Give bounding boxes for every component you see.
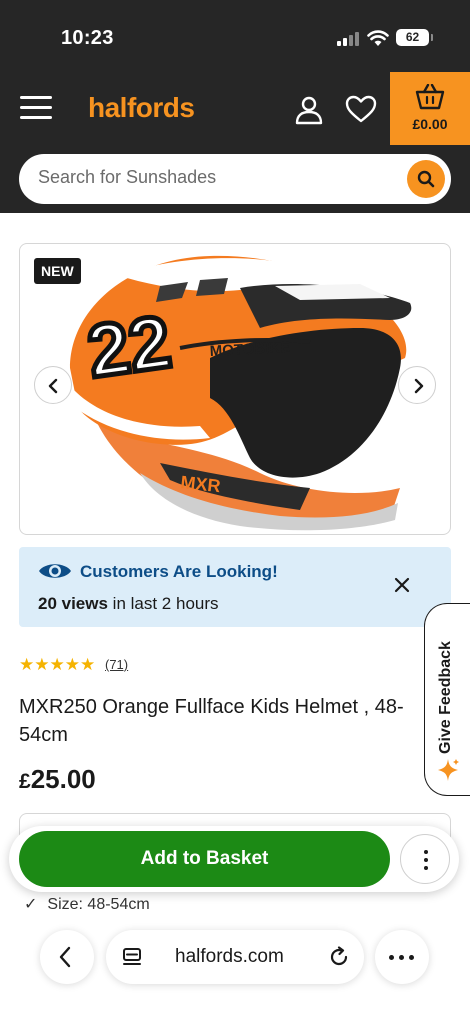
rating-stars: ★ ★ ★ ★ ★ (19, 656, 95, 673)
views-period: in last 2 hours (107, 594, 219, 613)
price-currency: £ (19, 770, 31, 793)
star-icon: ★ (34, 655, 50, 674)
browser-toolbar: halfords.com (0, 910, 470, 1024)
helmet-number: 22 (83, 299, 176, 393)
wifi-icon (367, 30, 389, 46)
url-text: halfords.com (175, 946, 284, 967)
product-title: MXR250 Orange Fullface Kids Helmet , 48-… (19, 696, 404, 746)
eye-icon (39, 564, 71, 578)
star-icon: ★ (80, 655, 96, 674)
more-options-button[interactable] (400, 834, 450, 884)
svg-text:MXR: MXR (180, 472, 222, 496)
battery-icon: 62 (396, 29, 433, 46)
status-bar: 10:23 62 (0, 0, 470, 72)
give-feedback-tab[interactable]: Give Feedback (424, 603, 470, 796)
menu-hamburger-icon[interactable] (20, 96, 52, 120)
product-price: £25.00 (19, 764, 96, 795)
sticky-basket-bar: Add to Basket (9, 826, 459, 892)
halfords-logo[interactable]: halfords (88, 92, 195, 124)
looking-title: Customers Are Looking! (80, 562, 278, 581)
chevron-left-icon (48, 378, 58, 394)
chevron-left-icon (59, 946, 71, 968)
star-icon: ★ (49, 655, 65, 674)
basket-icon (415, 84, 445, 110)
price-amount: 25.00 (30, 764, 96, 794)
wishlist-heart-icon[interactable] (344, 94, 378, 124)
search-bar[interactable] (19, 154, 451, 204)
reload-icon[interactable] (328, 946, 350, 968)
new-badge: NEW (34, 258, 81, 284)
carousel-next-button[interactable] (398, 366, 436, 404)
search-input[interactable] (38, 167, 398, 188)
product-image: 22 MOTOBIKE MXR (70, 255, 412, 531)
reviews-link[interactable]: (71) (105, 657, 128, 672)
address-bar[interactable]: halfords.com (106, 930, 364, 984)
app-header: 10:23 62 halfords £0.00 (0, 0, 470, 213)
feedback-label: Give Feedback (437, 641, 454, 754)
add-to-basket-button[interactable]: Add to Basket (19, 831, 390, 887)
chevron-right-icon (414, 378, 424, 394)
search-button[interactable] (407, 160, 445, 198)
views-count: 20 views (38, 594, 108, 613)
close-icon[interactable] (391, 574, 413, 596)
customers-looking-banner: Customers Are Looking! 20 views in last … (19, 547, 451, 627)
search-icon (417, 170, 435, 188)
browser-more-button[interactable] (375, 930, 429, 984)
basket-total: £0.00 (412, 116, 448, 132)
basket-button[interactable]: £0.00 (390, 72, 470, 145)
page-menu-icon (123, 948, 141, 965)
star-icon: ★ (64, 655, 80, 674)
browser-back-button[interactable] (40, 930, 94, 984)
status-time: 10:23 (61, 27, 114, 49)
carousel-prev-button[interactable] (34, 366, 72, 404)
looking-views: 20 views in last 2 hours (38, 594, 219, 614)
cellular-signal-icon (337, 32, 361, 46)
account-icon[interactable] (293, 94, 325, 126)
sparkle-icon (438, 759, 459, 781)
product-image-carousel[interactable]: 22 MOTOBIKE MXR NEW (19, 243, 451, 535)
star-icon: ★ (19, 655, 35, 674)
